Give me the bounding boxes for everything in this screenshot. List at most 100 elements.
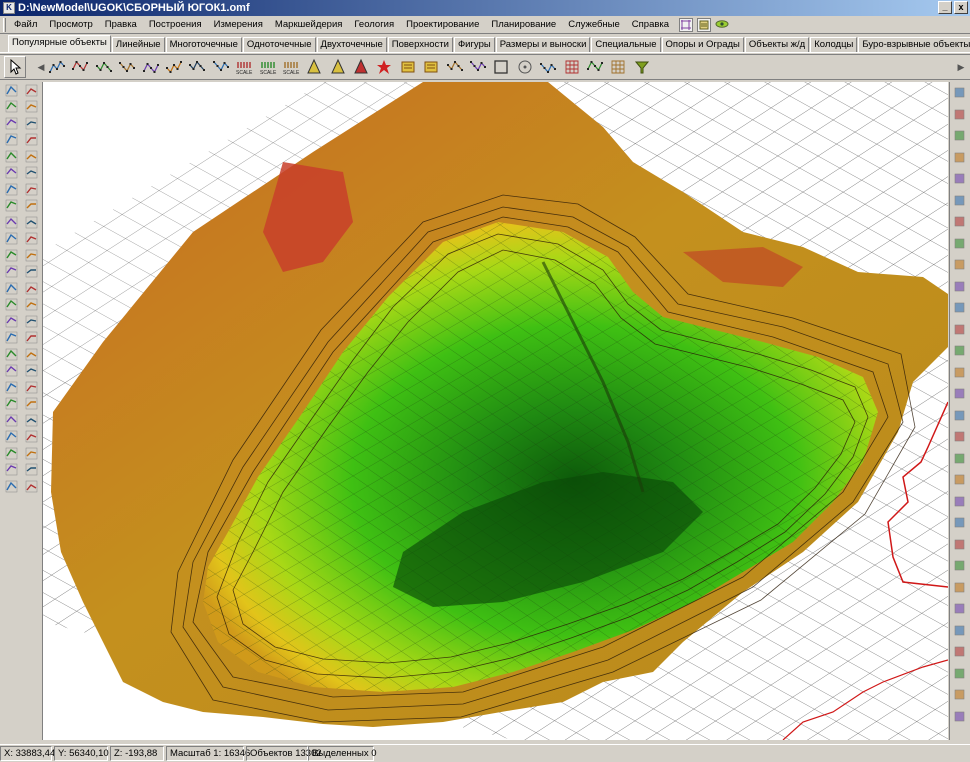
menu-file[interactable]: Файл: [8, 17, 43, 33]
arrow-line-icon[interactable]: [210, 56, 232, 78]
multi-wave-icon[interactable]: [24, 116, 40, 131]
zoom-in-icon[interactable]: [952, 82, 968, 104]
top-view-icon[interactable]: [952, 512, 968, 534]
text-label-icon[interactable]: [327, 56, 349, 78]
volume-icon[interactable]: [24, 363, 40, 378]
menu-geology[interactable]: Геология: [348, 17, 400, 33]
cube-icon[interactable]: [4, 132, 20, 147]
tab-figures[interactable]: Фигуры: [453, 37, 495, 52]
tab-supports-fences[interactable]: Опоры и Ограды: [661, 37, 744, 52]
lighting-icon[interactable]: [952, 426, 968, 448]
scroll-left-icon[interactable]: ◀: [36, 57, 46, 77]
layers-tool-icon[interactable]: [697, 17, 712, 32]
wave-line-icon[interactable]: [24, 99, 40, 114]
arc-icon[interactable]: [24, 248, 40, 263]
rect-icon[interactable]: [24, 446, 40, 461]
tab-two-point[interactable]: Двухточечные: [316, 37, 387, 52]
axis-toggle-icon[interactable]: [952, 254, 968, 276]
scroll-right-icon[interactable]: ▶: [956, 57, 966, 77]
save-icon[interactable]: [4, 99, 20, 114]
funnel-icon[interactable]: [631, 56, 653, 78]
table-grid-icon[interactable]: [952, 319, 968, 341]
tab-wells[interactable]: Колодцы: [810, 37, 858, 52]
ruler-icon[interactable]: [952, 276, 968, 298]
star-icon[interactable]: [24, 462, 40, 477]
filter-icon[interactable]: [24, 479, 40, 494]
layer-down-icon[interactable]: [952, 211, 968, 233]
scale-bar-icon[interactable]: SCALE: [233, 56, 255, 78]
mesh-icon[interactable]: [607, 56, 629, 78]
points-toggle-icon[interactable]: [952, 362, 968, 384]
dimension-icon[interactable]: [467, 56, 489, 78]
tab-special[interactable]: Специальные: [591, 37, 661, 52]
text-size-icon[interactable]: [952, 297, 968, 319]
tab-surfaces[interactable]: Поверхности: [387, 37, 453, 52]
wireframe-icon[interactable]: [952, 598, 968, 620]
frame-tool-icon[interactable]: [679, 17, 694, 32]
points-icon[interactable]: [24, 132, 40, 147]
layer-up-icon[interactable]: [952, 190, 968, 212]
cube-view-icon[interactable]: [952, 469, 968, 491]
grid-stack-icon[interactable]: [24, 149, 40, 164]
rotate-view-icon[interactable]: [952, 147, 968, 169]
pit-surface-model[interactable]: [43, 82, 948, 740]
menu-view[interactable]: Просмотр: [43, 17, 98, 33]
layers-icon[interactable]: [4, 149, 20, 164]
circle-icon[interactable]: [4, 198, 20, 213]
surface-icon[interactable]: [24, 380, 40, 395]
text-label-red-icon[interactable]: [350, 56, 372, 78]
menu-measurements[interactable]: Измерения: [208, 17, 269, 33]
star-symbol-icon[interactable]: [373, 56, 395, 78]
zoom-out-icon[interactable]: [4, 231, 20, 246]
zoom-icon[interactable]: [4, 215, 20, 230]
cut-icon[interactable]: [4, 182, 20, 197]
ellipse-icon[interactable]: [24, 429, 40, 444]
minimize-button[interactable]: _: [938, 1, 952, 14]
menu-help[interactable]: Справка: [626, 17, 675, 33]
frame-icon[interactable]: [490, 56, 512, 78]
tree-icon[interactable]: [4, 429, 20, 444]
grid-toggle-icon[interactable]: [952, 233, 968, 255]
front-view-icon[interactable]: [952, 491, 968, 513]
color-map-icon[interactable]: [952, 340, 968, 362]
scatter-points-icon[interactable]: [163, 56, 185, 78]
triangulation-icon[interactable]: [24, 347, 40, 362]
target-icon[interactable]: [24, 182, 40, 197]
menu-mine-survey[interactable]: Маркшейдерия: [269, 17, 349, 33]
intersect-icon[interactable]: [4, 396, 20, 411]
eye-view-icon[interactable]: [715, 18, 729, 32]
contour-icon[interactable]: [24, 165, 40, 180]
grid-icon[interactable]: [561, 56, 583, 78]
contour-line-icon[interactable]: [93, 56, 115, 78]
mesh-view-icon[interactable]: [952, 620, 968, 642]
cone-icon[interactable]: [24, 413, 40, 428]
bench-icon[interactable]: [24, 264, 40, 279]
draw-curve-icon[interactable]: [24, 83, 40, 98]
curve-node-icon[interactable]: [537, 56, 559, 78]
profile-icon[interactable]: [24, 281, 40, 296]
box-icon[interactable]: [952, 641, 968, 663]
tab-blasting-objects[interactable]: Буро-взрывные объекты: [858, 37, 970, 52]
pin-icon[interactable]: [24, 314, 40, 329]
shade-icon[interactable]: [952, 577, 968, 599]
north-arrow-icon[interactable]: [303, 56, 325, 78]
zoom-out-icon[interactable]: [952, 104, 968, 126]
menu-edit[interactable]: Правка: [99, 17, 143, 33]
axis-icon[interactable]: [24, 198, 40, 213]
menu-constructions[interactable]: Построения: [143, 17, 208, 33]
folder-open-icon[interactable]: [4, 83, 20, 98]
triangle-icon[interactable]: [24, 297, 40, 312]
rotate-icon[interactable]: [4, 165, 20, 180]
number-symbol-icon[interactable]: [397, 56, 419, 78]
spline-icon[interactable]: [69, 56, 91, 78]
menu-design[interactable]: Проектирование: [400, 17, 485, 33]
menu-service[interactable]: Служебные: [562, 17, 626, 33]
segment-icon[interactable]: [186, 56, 208, 78]
block-icon[interactable]: [420, 56, 442, 78]
tab-multipoint[interactable]: Многоточечные: [165, 37, 242, 52]
fit-all-icon[interactable]: [952, 168, 968, 190]
section-icon[interactable]: [24, 396, 40, 411]
undo-icon[interactable]: [4, 347, 20, 362]
tab-dimensions[interactable]: Размеры и выноски: [495, 37, 591, 52]
lines-toggle-icon[interactable]: [952, 383, 968, 405]
